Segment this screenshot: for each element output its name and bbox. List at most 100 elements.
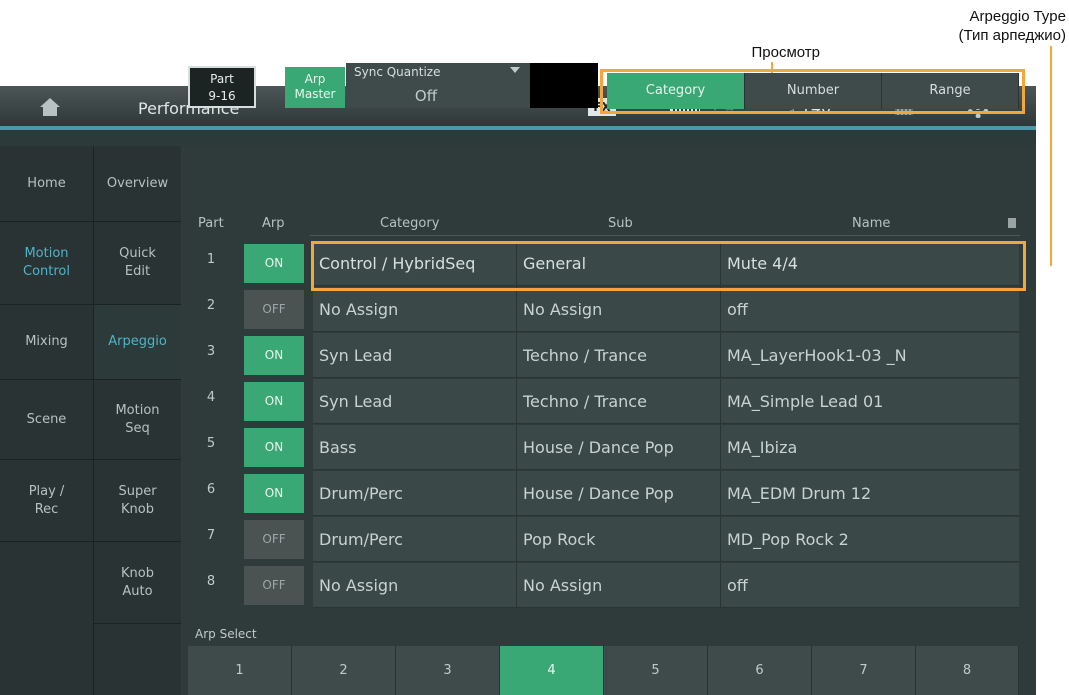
arp-select-button-1[interactable]: 1 xyxy=(188,646,292,695)
arp-switch-button[interactable]: OFF xyxy=(244,520,304,559)
nav-play-rec-label: Play / Rec xyxy=(28,483,65,517)
nav-scene-label: Scene xyxy=(26,411,67,427)
sub-cell[interactable]: No Assign xyxy=(517,287,720,332)
table-row[interactable]: Syn Lead Techno / Trance MA_LayerHook1-03 … xyxy=(313,333,1019,378)
arp-switch-button[interactable]: ON xyxy=(244,428,304,467)
arp-select-label: Arp Select xyxy=(195,627,257,641)
name-cell[interactable]: MA_Ibiza xyxy=(721,425,1017,470)
col-part-header: Part xyxy=(198,216,224,231)
part-range-line2: 9-16 xyxy=(208,89,236,103)
home-icon[interactable] xyxy=(40,98,60,118)
part-number: 6 xyxy=(206,482,216,497)
sync-quantize-value: Off xyxy=(414,87,438,105)
column-separator xyxy=(516,563,517,608)
arp-select-button-3[interactable]: 3 xyxy=(396,646,500,695)
arp-switch-button[interactable]: ON xyxy=(244,382,304,421)
name-cell[interactable]: off xyxy=(721,563,1017,608)
view-range-button[interactable]: Range xyxy=(882,73,1019,109)
nav-motion-control[interactable]: Motion Control xyxy=(0,222,93,305)
arp-select-button-2[interactable]: 2 xyxy=(292,646,396,695)
arp-switch-button[interactable]: ON xyxy=(244,244,304,283)
display-blank xyxy=(530,63,598,108)
chevron-down-icon xyxy=(510,67,520,73)
nav-mixing[interactable]: Mixing xyxy=(0,305,93,380)
column-separator xyxy=(516,287,517,332)
table-row[interactable]: Syn Lead Techno / Trance MA_Simple Lead 01 xyxy=(313,379,1019,424)
sub-cell[interactable]: No Assign xyxy=(517,563,720,608)
column-separator xyxy=(720,379,721,424)
arp-select-button-8[interactable]: 8 xyxy=(916,646,1019,695)
view-annotation: Просмотр xyxy=(751,44,820,61)
table-row[interactable]: Drum/Perc House / Dance Pop MA_EDM Drum 12 xyxy=(313,471,1019,516)
nav-overview[interactable]: Overview xyxy=(94,146,181,222)
category-cell[interactable]: Drum/Perc xyxy=(313,471,516,516)
table-row[interactable]: No Assign No Assign off xyxy=(313,287,1019,332)
arp-switch-button[interactable]: OFF xyxy=(244,566,304,605)
nav-arpeggio[interactable]: Arpeggio xyxy=(94,305,181,380)
name-cell[interactable]: MA_EDM Drum 12 xyxy=(721,471,1017,516)
view-number-button[interactable]: Number xyxy=(745,73,882,109)
sub-cell[interactable]: House / Dance Pop xyxy=(517,471,720,516)
nav-knob-auto[interactable]: Knob Auto xyxy=(94,542,181,624)
sub-nav: Overview Quick Edit Arpeggio Motion Seq … xyxy=(93,146,181,695)
arp-switch-button[interactable]: ON xyxy=(244,336,304,375)
table-row[interactable]: Bass House / Dance Pop MA_Ibiza xyxy=(313,425,1019,470)
part-number: 1 xyxy=(206,252,216,267)
table-row[interactable]: Drum/Perc Pop Rock MD_Pop Rock 2 xyxy=(313,517,1019,562)
arp-type-callout-line-v xyxy=(1050,46,1052,266)
col-category-header: Category xyxy=(380,216,440,231)
column-separator xyxy=(516,333,517,378)
nav-motion-seq[interactable]: Motion Seq xyxy=(94,380,181,460)
category-cell[interactable]: Drum/Perc xyxy=(313,517,516,562)
nav-quick-edit[interactable]: Quick Edit xyxy=(94,222,181,305)
arp-select-button-7[interactable]: 7 xyxy=(812,646,916,695)
main-nav: Home Motion Control Mixing Scene Play / … xyxy=(0,146,93,695)
column-separator xyxy=(720,287,721,332)
sub-cell[interactable]: House / Dance Pop xyxy=(517,425,720,470)
category-cell[interactable]: Bass xyxy=(313,425,516,470)
part-number: 3 xyxy=(206,344,216,359)
sub-cell[interactable]: Techno / Trance xyxy=(517,333,720,378)
nav-super-knob-label: Super Knob xyxy=(118,483,157,517)
nav-home[interactable]: Home xyxy=(0,146,93,222)
name-cell[interactable]: MA_LayerHook1-03 _N xyxy=(721,333,1017,378)
column-separator xyxy=(516,517,517,562)
part-range-button[interactable]: Part 9-16 xyxy=(188,66,256,108)
part-number: 7 xyxy=(206,528,216,543)
nav-super-knob[interactable]: Super Knob xyxy=(94,460,181,542)
nav-overview-label: Overview xyxy=(106,175,169,191)
sync-quantize-label: Sync Quantize xyxy=(354,65,441,79)
arp-switch-button[interactable]: OFF xyxy=(244,290,304,329)
sub-cell[interactable]: Pop Rock xyxy=(517,517,720,562)
name-cell[interactable]: off xyxy=(721,287,1017,332)
arp-master-button[interactable]: Arp Master xyxy=(285,67,345,108)
sync-quantize-select[interactable]: Sync Quantize Off xyxy=(346,63,530,108)
view-category-button[interactable]: Category xyxy=(607,73,745,109)
column-separator xyxy=(720,471,721,516)
col-name-header: Name xyxy=(852,216,891,231)
column-separator xyxy=(516,471,517,516)
arp-master-line2: Master xyxy=(294,87,336,101)
column-separator xyxy=(720,425,721,470)
category-cell[interactable]: No Assign xyxy=(313,563,516,608)
arp-master-line1: Arp xyxy=(304,72,326,86)
column-separator xyxy=(516,379,517,424)
arp-select-button-4[interactable]: 4 xyxy=(500,646,604,695)
arp-select-button-5[interactable]: 5 xyxy=(604,646,708,695)
arp-type-annotation-line1: Arpeggio Type xyxy=(969,8,1066,25)
name-cell[interactable]: MD_Pop Rock 2 xyxy=(721,517,1017,562)
col-arp-header: Arp xyxy=(262,216,285,231)
arp-select-button-6[interactable]: 6 xyxy=(708,646,812,695)
arp-type-highlight-frame xyxy=(311,241,1026,291)
nav-play-rec[interactable]: Play / Rec xyxy=(0,460,93,542)
category-cell[interactable]: Syn Lead xyxy=(313,333,516,378)
name-cell[interactable]: MA_Simple Lead 01 xyxy=(721,379,1017,424)
category-cell[interactable]: Syn Lead xyxy=(313,379,516,424)
nav-scene[interactable]: Scene xyxy=(0,380,93,460)
nav-knob-auto-label: Knob Auto xyxy=(121,565,154,599)
column-separator xyxy=(516,425,517,470)
arp-switch-button[interactable]: ON xyxy=(244,474,304,513)
table-row[interactable]: No Assign No Assign off xyxy=(313,563,1019,608)
sub-cell[interactable]: Techno / Trance xyxy=(517,379,720,424)
category-cell[interactable]: No Assign xyxy=(313,287,516,332)
